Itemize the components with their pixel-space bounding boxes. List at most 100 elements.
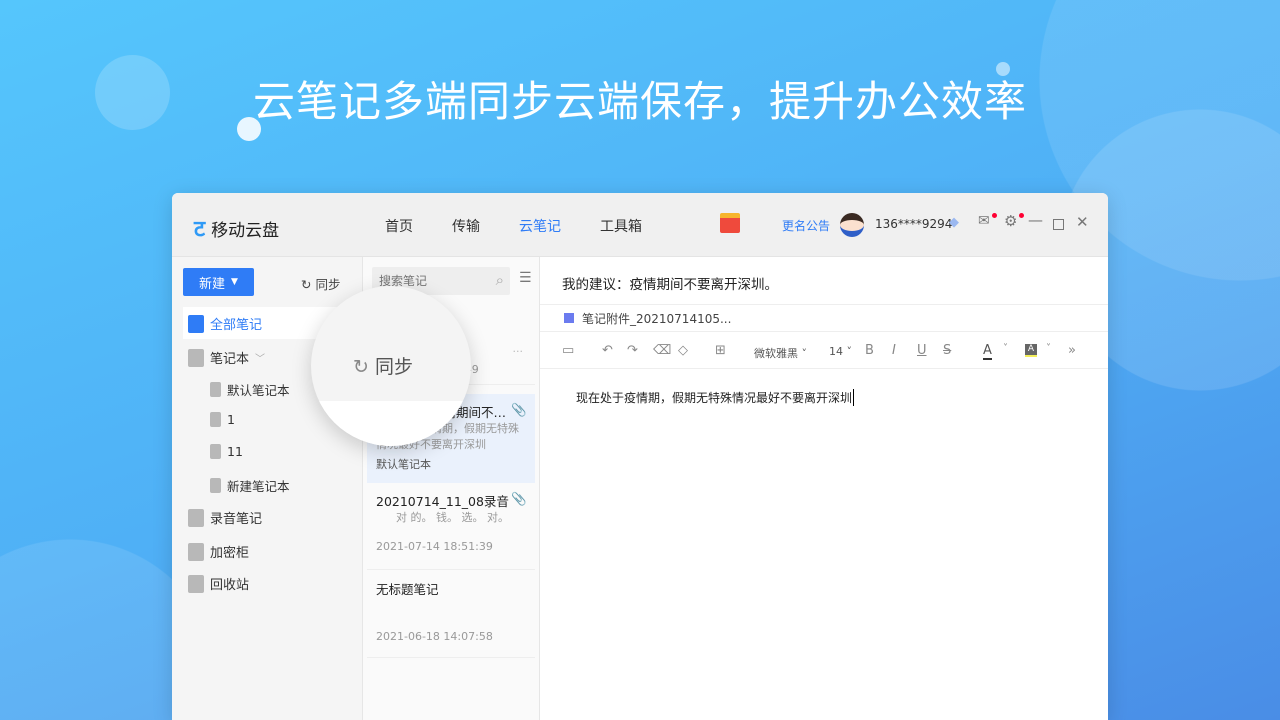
font-color-icon[interactable]: A xyxy=(983,343,992,360)
audio-file-icon xyxy=(564,313,574,323)
label: 笔记本 xyxy=(210,348,249,367)
note-notebook: 默认笔记本 xyxy=(376,456,526,472)
label: 录音笔记 xyxy=(210,508,262,527)
voice-note-icon xyxy=(188,509,204,527)
attachment-icon: 📎 xyxy=(511,491,527,507)
sync-icon: ↻ xyxy=(301,277,311,292)
attachment-icon: 📎 xyxy=(511,402,527,418)
list-item[interactable]: 20210714_11_08录音 📎 对 的。 钱。 选。 对。 2021-07… xyxy=(367,483,535,570)
label: 加密柜 xyxy=(210,542,249,561)
format-brush-icon[interactable]: ◇ xyxy=(678,343,688,358)
close-icon[interactable]: ✕ xyxy=(1076,213,1089,231)
cloud-logo-icon: ट xyxy=(194,213,205,243)
label: 回收站 xyxy=(210,574,249,593)
search-icon[interactable]: ⌕ xyxy=(496,271,504,289)
avatar[interactable] xyxy=(840,213,864,237)
caret-down-icon: ▼ xyxy=(231,277,238,287)
more-tools-icon[interactable]: » xyxy=(1068,343,1076,358)
underline-icon[interactable]: U xyxy=(917,343,927,358)
magnified-sync: ↻ 同步 xyxy=(353,352,413,379)
magnifier-bg xyxy=(311,401,471,446)
notebook-icon xyxy=(210,444,221,459)
label: 默认笔记本 xyxy=(227,380,290,399)
notebook-item[interactable]: 默认笔记本 xyxy=(210,380,290,399)
font-name: 微软雅黑 xyxy=(754,347,798,360)
maximize-icon[interactable] xyxy=(1053,219,1064,230)
note-time: 2021-06-18 14:07:58 xyxy=(376,630,526,643)
app-name: 移动云盘 xyxy=(211,216,279,241)
title-bar: ट移动云盘 首页 传输 云笔记 工具箱 更名公告 136****9294 ◆ ✉… xyxy=(172,193,1108,257)
label: 1 xyxy=(227,412,235,427)
sync-button[interactable]: ↻ 同步 xyxy=(301,274,340,293)
magnified-sync-label: 同步 xyxy=(375,356,413,378)
sidebar-item-voice-notes[interactable]: 录音笔记 xyxy=(188,508,262,527)
font-family-select[interactable]: 微软雅黑 ˅ xyxy=(754,345,807,361)
save-icon[interactable]: ▭ xyxy=(562,343,574,358)
notebook-item[interactable]: 1 xyxy=(210,412,235,427)
redo-icon[interactable]: ↷ xyxy=(627,343,638,358)
new-note-button[interactable]: 新建 ▼ xyxy=(183,268,254,296)
note-time: 2021-07-14 18:51:39 xyxy=(376,540,526,553)
notebook-icon xyxy=(210,478,221,493)
insert-icon[interactable]: ⊞ xyxy=(715,343,726,358)
nav-tools[interactable]: 工具箱 xyxy=(600,216,642,236)
announcement-link[interactable]: 更名公告 xyxy=(782,217,830,234)
more-icon[interactable]: ··· xyxy=(513,345,524,358)
font-size-select[interactable]: 14 ˅ xyxy=(829,345,852,358)
sidebar-item-all-notes[interactable]: 全部笔记 xyxy=(188,314,262,333)
nav-home[interactable]: 首页 xyxy=(385,216,413,236)
new-label: 新建 xyxy=(199,273,225,292)
label: 全部笔记 xyxy=(210,314,262,333)
settings-gear-icon[interactable]: ⚙ xyxy=(1004,212,1017,230)
note-editor: 我的建议：疫情期间不要离开深圳。 笔记附件_20210714105... ▭ ↶… xyxy=(540,257,1108,720)
sync-label: 同步 xyxy=(315,277,340,292)
sidebar-item-vault[interactable]: 加密柜 xyxy=(188,542,249,561)
trash-icon xyxy=(188,575,204,593)
note-summary: 对 的。 钱。 选。 对。 xyxy=(376,510,526,526)
app-logo: ट移动云盘 xyxy=(194,213,279,243)
gift-icon[interactable] xyxy=(720,213,740,233)
notebook-icon xyxy=(188,349,204,367)
notification-dot xyxy=(992,213,997,218)
vault-icon xyxy=(188,543,204,561)
highlight-color-icon[interactable]: A xyxy=(1025,344,1037,357)
list-item[interactable]: 无标题笔记 2021-06-18 14:07:58 xyxy=(367,571,535,658)
note-title-field[interactable]: 我的建议：疫情期间不要离开深圳。 xyxy=(540,257,1108,305)
sort-icon[interactable]: ☰ xyxy=(519,270,532,286)
italic-icon[interactable]: I xyxy=(892,343,896,358)
minimize-icon[interactable]: — xyxy=(1028,211,1043,229)
note-title: 无标题笔记 xyxy=(376,579,526,598)
format-toolbar xyxy=(540,332,1108,369)
undo-icon[interactable]: ↶ xyxy=(602,343,613,358)
note-title: 20210714_11_08录音 xyxy=(376,491,526,510)
nav-notes[interactable]: 云笔记 xyxy=(519,216,561,236)
attachment-name: 笔记附件_20210714105... xyxy=(582,312,731,326)
notebook-icon xyxy=(210,412,221,427)
notebook-icon xyxy=(210,382,221,397)
user-phone: 136****9294 xyxy=(875,217,952,231)
chevron-down-icon: ﹀ xyxy=(255,350,265,365)
chevron-down-icon[interactable]: ˅ xyxy=(1046,343,1051,354)
notification-dot xyxy=(1019,213,1024,218)
headline: 云笔记多端同步云端保存，提升办公效率 xyxy=(0,68,1280,129)
nav-transfer[interactable]: 传输 xyxy=(452,216,480,236)
notebook-item[interactable]: 新建笔记本 xyxy=(210,476,290,495)
sidebar-item-trash[interactable]: 回收站 xyxy=(188,574,249,593)
app-window: ट移动云盘 首页 传输 云笔记 工具箱 更名公告 136****9294 ◆ ✉… xyxy=(172,193,1108,720)
vip-diamond-icon[interactable]: ◆ xyxy=(949,215,959,230)
note-body[interactable]: 现在处于疫情期，假期无特殊情况最好不要离开深圳 xyxy=(576,389,854,406)
sync-icon: ↻ xyxy=(353,356,369,378)
notebook-item[interactable]: 11 xyxy=(210,444,243,459)
mail-icon[interactable]: ✉ xyxy=(978,213,990,229)
strikethrough-icon[interactable]: S xyxy=(943,343,951,358)
eraser-icon[interactable]: ⌫ xyxy=(653,343,671,358)
label: 11 xyxy=(227,444,243,459)
attachment-row[interactable]: 笔记附件_20210714105... xyxy=(540,305,1108,332)
label: 新建笔记本 xyxy=(227,476,290,495)
bold-icon[interactable]: B xyxy=(865,343,874,358)
chevron-down-icon[interactable]: ˅ xyxy=(1003,343,1008,354)
sidebar-item-notebook[interactable]: 笔记本 ﹀ xyxy=(188,348,265,367)
notes-icon xyxy=(188,315,204,333)
font-size: 14 xyxy=(829,345,843,358)
sync-magnifier: ↻ 同步 xyxy=(311,286,471,446)
